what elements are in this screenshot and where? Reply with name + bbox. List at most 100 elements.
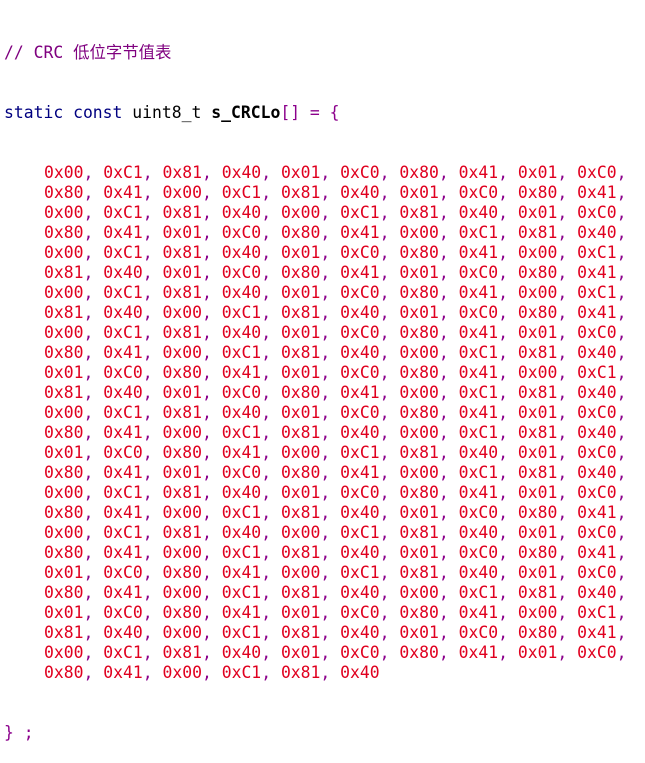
comma: ,: [142, 243, 153, 262]
hex-value: 0x40: [340, 663, 380, 682]
hex-value: 0x80: [280, 463, 321, 482]
comma: ,: [616, 323, 627, 342]
comma: ,: [261, 663, 272, 682]
comma: ,: [498, 483, 508, 502]
hex-value: 0xC0: [340, 603, 380, 622]
comma: ,: [498, 523, 508, 542]
hex-value: 0x41: [221, 603, 262, 622]
hex-value: 0x81: [280, 543, 321, 562]
code-row: 0x81, 0x40, 0x00, 0xC1, 0x81, 0x40, 0x01…: [4, 303, 645, 323]
hex-value: 0x81: [162, 523, 202, 542]
hex-value: 0x81: [44, 383, 84, 402]
comma: ,: [616, 283, 627, 302]
comma: ,: [320, 323, 331, 342]
comma: ,: [557, 323, 568, 342]
hex-value: 0xC1: [458, 223, 499, 242]
comma: ,: [320, 263, 331, 282]
hex-value: 0x01: [399, 263, 439, 282]
hex-value: 0x00: [517, 243, 558, 262]
hex-value: 0xC1: [340, 203, 380, 222]
hex-value: 0xC1: [340, 523, 380, 542]
hex-value: 0xC0: [458, 543, 499, 562]
comma: ,: [201, 583, 212, 602]
hex-value: 0x40: [340, 343, 380, 362]
declaration-line: static const uint8_t s_CRCLo[] = {: [4, 103, 645, 123]
comma: ,: [498, 563, 508, 582]
comma: ,: [142, 203, 153, 222]
comma: ,: [142, 563, 153, 582]
comma: ,: [557, 203, 568, 222]
comma: ,: [616, 383, 627, 402]
hex-value: 0xC1: [577, 603, 617, 622]
hex-value: 0xC0: [577, 323, 617, 342]
comma: ,: [261, 463, 272, 482]
hex-value: 0x00: [399, 423, 439, 442]
hex-value: 0x40: [577, 223, 617, 242]
comma: ,: [379, 623, 390, 642]
hex-value: 0x80: [399, 483, 439, 502]
comma: ,: [616, 483, 627, 502]
hex-value: 0x01: [280, 243, 321, 262]
hex-value: 0xC0: [103, 563, 143, 582]
hex-value: 0x01: [517, 643, 558, 662]
comma: ,: [498, 623, 508, 642]
comma: ,: [201, 483, 212, 502]
hex-value: 0x81: [162, 323, 202, 342]
code-row: 0x80, 0x41, 0x00, 0xC1, 0x81, 0x40, 0x01…: [4, 183, 645, 203]
hex-value: 0x00: [399, 223, 439, 242]
comma: ,: [557, 503, 568, 522]
hex-value: 0xC1: [221, 343, 262, 362]
hex-value: 0x81: [517, 223, 558, 242]
hex-value: 0xC0: [340, 163, 380, 182]
comma: ,: [261, 183, 272, 202]
comma: ,: [438, 463, 449, 482]
hex-value: 0x40: [577, 383, 617, 402]
hex-value: 0x40: [577, 423, 617, 442]
hex-value: 0x00: [280, 203, 321, 222]
hex-value: 0x00: [162, 343, 202, 362]
hex-value: 0x01: [280, 163, 321, 182]
hex-value: 0x01: [399, 303, 439, 322]
comma: ,: [261, 203, 272, 222]
comma: ,: [616, 643, 627, 662]
comma: ,: [201, 223, 212, 242]
comma: ,: [201, 563, 212, 582]
comma: ,: [83, 343, 94, 362]
code-row: 0x81, 0x40, 0x01, 0xC0, 0x80, 0x41, 0x01…: [4, 263, 645, 283]
hex-value: 0x00: [399, 383, 439, 402]
hex-value: 0x41: [458, 323, 499, 342]
comma: ,: [201, 503, 212, 522]
hex-value: 0x00: [162, 423, 202, 442]
comma: ,: [142, 463, 153, 482]
comma: ,: [83, 483, 94, 502]
hex-value: 0x81: [162, 283, 202, 302]
hex-value: 0xC1: [577, 283, 617, 302]
hex-value: 0xC0: [340, 643, 380, 662]
comma: ,: [320, 643, 331, 662]
comma: ,: [261, 303, 272, 322]
hex-value: 0x40: [103, 303, 143, 322]
comma: ,: [320, 403, 331, 422]
code-editor[interactable]: // CRC 低位字节值表 static const uint8_t s_CRC…: [0, 0, 645, 742]
hex-value: 0xC1: [340, 443, 380, 462]
hex-value: 0x41: [103, 223, 143, 242]
hex-value: 0x00: [399, 463, 439, 482]
comma: ,: [201, 423, 212, 442]
comma: ,: [261, 223, 272, 242]
code-row: 0x00, 0xC1, 0x81, 0x40, 0x01, 0xC0, 0x80…: [4, 243, 645, 263]
comma: ,: [320, 463, 331, 482]
code-row: 0x00, 0xC1, 0x81, 0x40, 0x01, 0xC0, 0x80…: [4, 643, 645, 663]
comma: ,: [557, 463, 568, 482]
hex-value: 0xC1: [103, 483, 143, 502]
hex-value: 0x40: [221, 643, 262, 662]
comma: ,: [438, 303, 449, 322]
hex-value: 0x00: [162, 183, 202, 202]
hex-value: 0x41: [103, 183, 143, 202]
comma: ,: [438, 183, 449, 202]
hex-value: 0x80: [399, 603, 439, 622]
hex-value: 0x01: [280, 283, 321, 302]
hex-value: 0x81: [162, 203, 202, 222]
comma: ,: [616, 343, 627, 362]
comma: ,: [320, 423, 331, 442]
hex-value: 0x40: [577, 343, 617, 362]
